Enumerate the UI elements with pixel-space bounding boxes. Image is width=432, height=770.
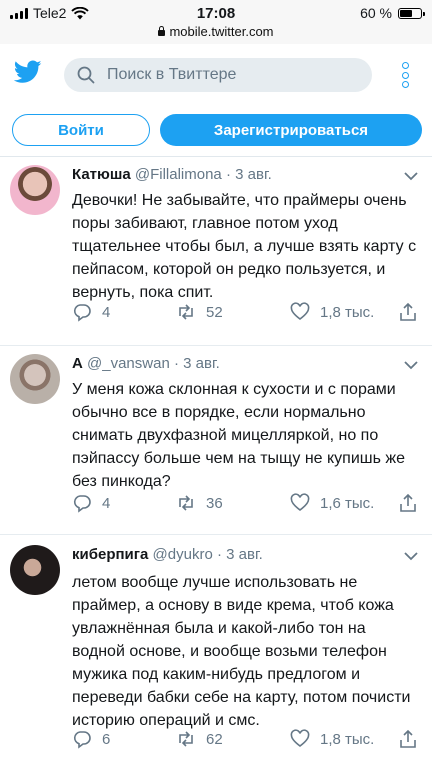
chevron-down-icon[interactable] <box>404 360 418 370</box>
separator-dot: · <box>173 355 179 372</box>
share-button[interactable] <box>398 302 418 322</box>
retweet-count: 62 <box>206 730 223 748</box>
tweet-actions: 6 62 1,8 тыс. <box>72 729 420 753</box>
app-header <box>0 44 432 104</box>
auth-bar: Войти Зарегистрироваться <box>0 104 432 156</box>
tweet[interactable]: Катюша @Fillalimona · 3 авг. Девочки! Не… <box>0 157 432 346</box>
tweet-time[interactable]: 3 авг. <box>235 166 272 183</box>
share-icon <box>400 729 416 748</box>
like-button[interactable]: 1,8 тыс. <box>290 729 374 749</box>
share-icon <box>400 302 416 321</box>
status-bar: Tele2 17:08 60 % mobile.twitter.com <box>0 0 432 44</box>
retweet-icon <box>179 495 193 511</box>
tweet-actions: 4 36 1,6 тыс. <box>72 493 420 517</box>
search-icon <box>77 66 95 84</box>
retweet-icon <box>179 304 193 320</box>
author-name[interactable]: Катюша <box>72 166 131 183</box>
reply-icon <box>73 731 91 749</box>
signup-button[interactable]: Зарегистрироваться <box>160 114 422 146</box>
heart-icon <box>290 729 310 748</box>
reply-button[interactable]: 4 <box>72 302 110 322</box>
tweet-header: киберпига @dyukro · 3 авг. <box>72 546 263 563</box>
reply-count: 6 <box>102 730 111 748</box>
author-handle[interactable]: @dyukro <box>153 546 213 563</box>
url-text: mobile.twitter.com <box>169 24 274 39</box>
tweet-text: У меня кожа склонная к сухости и с порам… <box>72 381 405 490</box>
reply-count: 4 <box>102 303 111 321</box>
share-button[interactable] <box>398 493 418 513</box>
retweet-button[interactable]: 36 <box>176 493 223 513</box>
author-name[interactable]: A <box>72 355 83 372</box>
chevron-down-icon[interactable] <box>404 551 418 561</box>
address-bar[interactable]: mobile.twitter.com <box>0 24 432 39</box>
author-name[interactable]: киберпига <box>72 546 148 563</box>
avatar[interactable] <box>10 354 60 404</box>
author-handle[interactable]: @_vanswan <box>87 355 170 372</box>
tweet[interactable]: A @_vanswan · 3 авг. У меня кожа склонна… <box>0 346 432 535</box>
tweet-time[interactable]: 3 авг. <box>183 355 220 372</box>
retweet-count: 36 <box>206 494 223 512</box>
like-button[interactable]: 1,6 тыс. <box>290 493 374 513</box>
tweet[interactable]: киберпига @dyukro · 3 авг. летом вообще … <box>0 535 432 770</box>
avatar[interactable] <box>10 165 60 215</box>
retweet-count: 52 <box>206 303 223 321</box>
heart-icon <box>290 493 310 512</box>
tweet-text: Девочки! Не забывайте, что праймеры очен… <box>72 192 417 301</box>
lock-icon <box>158 26 166 36</box>
tweet-header: A @_vanswan · 3 авг. <box>72 355 220 372</box>
avatar[interactable] <box>10 545 60 595</box>
search-bar[interactable] <box>64 58 372 92</box>
reply-count: 4 <box>102 494 111 512</box>
like-count: 1,8 тыс. <box>320 303 375 321</box>
separator-dot: · <box>216 546 222 563</box>
retweet-icon <box>179 731 193 747</box>
reply-icon <box>73 495 91 513</box>
tweet-time[interactable]: 3 авг. <box>226 546 263 563</box>
tweet-text: летом вообще лучше использовать не прайм… <box>72 574 411 729</box>
share-button[interactable] <box>398 729 418 749</box>
battery-icon <box>398 7 425 19</box>
retweet-button[interactable]: 52 <box>176 302 223 322</box>
like-button[interactable]: 1,8 тыс. <box>290 302 374 322</box>
battery-percent: 60 % <box>360 5 392 21</box>
reply-button[interactable]: 4 <box>72 493 110 513</box>
login-button[interactable]: Войти <box>12 114 150 146</box>
author-handle[interactable]: @Fillalimona <box>135 166 222 183</box>
search-input[interactable] <box>105 65 349 85</box>
reply-button[interactable]: 6 <box>72 729 110 749</box>
reply-icon <box>73 304 91 322</box>
heart-icon <box>290 302 310 321</box>
retweet-button[interactable]: 62 <box>176 729 223 749</box>
battery-indicator: 60 % <box>360 5 425 21</box>
like-count: 1,6 тыс. <box>320 494 375 512</box>
tweet-actions: 4 52 1,8 тыс. <box>72 302 420 326</box>
like-count: 1,8 тыс. <box>320 730 375 748</box>
chevron-down-icon[interactable] <box>404 171 418 181</box>
separator-dot: · <box>225 166 231 183</box>
twitter-logo-icon[interactable] <box>14 60 42 84</box>
share-icon <box>400 493 416 512</box>
more-options-icon[interactable] <box>400 62 410 88</box>
tweet-header: Катюша @Fillalimona · 3 авг. <box>72 166 272 183</box>
